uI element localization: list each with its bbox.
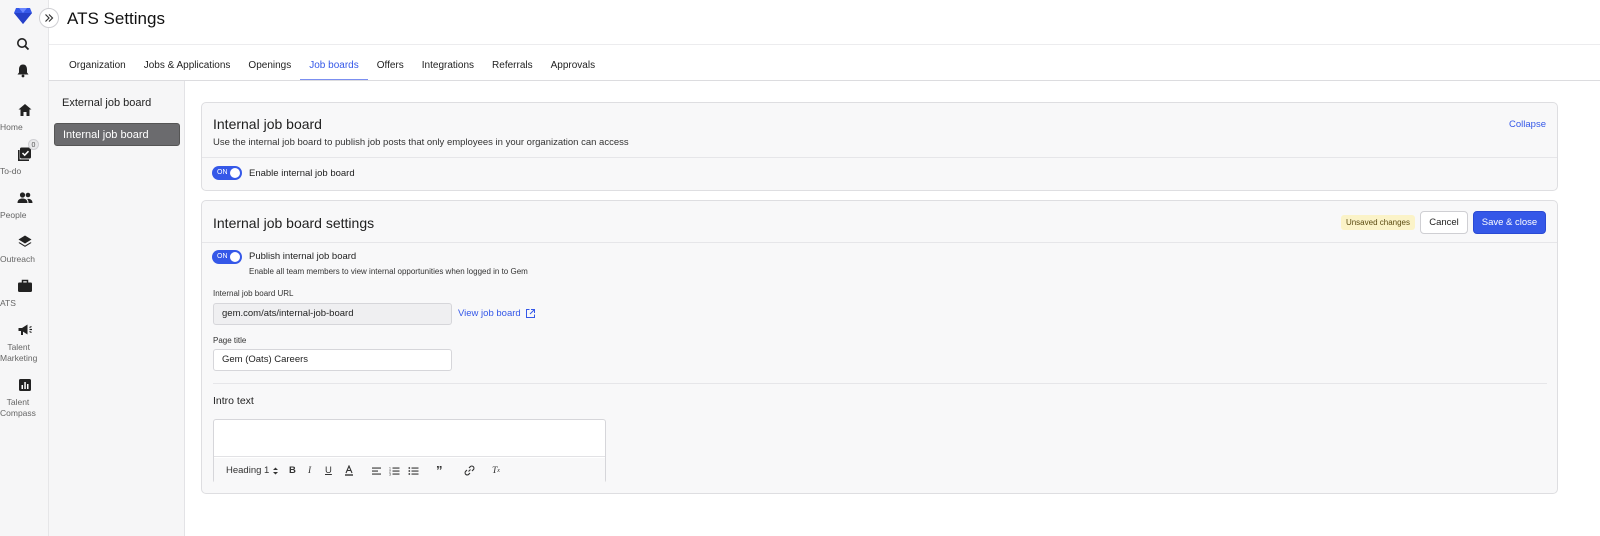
rail-label-talent-compass: Talent Compass bbox=[0, 397, 36, 419]
intro-text-label: Intro text bbox=[213, 395, 254, 407]
editor-toolbar: Heading 1 B I U 123 ” Tx bbox=[214, 458, 605, 483]
internal-job-board-card: Internal job board Use the internal job … bbox=[201, 102, 1558, 191]
expand-sidebar-button[interactable] bbox=[39, 8, 59, 28]
underline-icon[interactable]: U bbox=[325, 464, 332, 477]
intro-text-area[interactable] bbox=[214, 420, 605, 457]
view-job-board-link[interactable]: View job board bbox=[458, 308, 536, 319]
rail-item-todo[interactable]: 0 To-do bbox=[0, 139, 49, 176]
gem-logo-icon[interactable] bbox=[13, 7, 33, 25]
rail-label-todo: To-do bbox=[0, 166, 22, 176]
settings-tabs: Organization Jobs & Applications Opening… bbox=[60, 55, 604, 81]
toggle-state-text: ON bbox=[217, 169, 228, 176]
publish-internal-job-board-toggle[interactable]: ON bbox=[212, 250, 242, 264]
section-divider bbox=[213, 383, 1547, 384]
tab-organization[interactable]: Organization bbox=[60, 55, 135, 80]
settings-header-divider bbox=[202, 242, 1557, 243]
tabs-divider bbox=[49, 80, 1600, 81]
briefcase-icon bbox=[17, 279, 32, 292]
clear-format-icon[interactable]: Tx bbox=[492, 464, 500, 477]
rail-item-outreach[interactable]: Outreach bbox=[0, 233, 49, 264]
svg-text:3: 3 bbox=[389, 472, 391, 476]
layers-icon bbox=[18, 235, 31, 247]
bold-icon[interactable]: B bbox=[289, 464, 296, 477]
card-title: Internal job board bbox=[213, 116, 322, 132]
quote-icon[interactable]: ” bbox=[436, 463, 443, 478]
page-title-field-label: Page title bbox=[213, 336, 247, 345]
card-description: Use the internal job board to publish jo… bbox=[213, 137, 629, 148]
rail-label-ats: ATS bbox=[0, 298, 16, 308]
tab-job-boards[interactable]: Job boards bbox=[300, 55, 369, 81]
rail-label-home: Home bbox=[0, 122, 23, 132]
todo-count-badge: 0 bbox=[28, 139, 39, 150]
app-rail: Home 0 To-do People Outreach ATS Talent M… bbox=[0, 0, 49, 536]
select-arrows-icon bbox=[273, 467, 279, 474]
rail-label-line1: Talent bbox=[7, 342, 30, 352]
job-board-url-field[interactable]: gem.com/ats/internal-job-board bbox=[213, 303, 452, 325]
enable-internal-job-board-label: Enable internal job board bbox=[249, 168, 355, 179]
search-icon[interactable] bbox=[14, 35, 32, 53]
rail-label-outreach: Outreach bbox=[0, 254, 35, 264]
view-job-board-label: View job board bbox=[458, 308, 521, 319]
italic-icon[interactable]: I bbox=[308, 464, 311, 477]
job-board-subnav: External job board Internal job board bbox=[49, 81, 185, 536]
text-color-icon[interactable] bbox=[344, 464, 354, 477]
card-divider bbox=[202, 157, 1557, 158]
toggle-state-text: ON bbox=[217, 253, 228, 260]
toggle-knob bbox=[230, 168, 240, 178]
page-title-input[interactable]: Gem (Oats) Careers bbox=[213, 349, 452, 371]
rail-label-line1: Talent bbox=[6, 397, 30, 407]
enable-internal-job-board-toggle[interactable]: ON bbox=[212, 166, 242, 180]
subnav-item-external-job-board[interactable]: External job board bbox=[54, 92, 180, 115]
tab-integrations[interactable]: Integrations bbox=[413, 55, 483, 80]
toggle-knob bbox=[230, 252, 240, 262]
external-link-icon bbox=[525, 309, 535, 318]
tab-approvals[interactable]: Approvals bbox=[542, 55, 604, 80]
align-icon[interactable] bbox=[371, 464, 382, 477]
unsaved-changes-badge: Unsaved changes bbox=[1340, 215, 1415, 230]
rail-item-talent-compass[interactable]: Talent Compass bbox=[0, 376, 49, 418]
url-field-label: Internal job board URL bbox=[213, 289, 294, 298]
rail-label-talent-marketing: Talent Marketing bbox=[0, 342, 37, 364]
rail-item-people[interactable]: People bbox=[0, 189, 49, 220]
bullet-list-icon[interactable] bbox=[408, 464, 419, 477]
header-divider bbox=[49, 44, 1600, 45]
rail-item-home[interactable]: Home bbox=[0, 101, 49, 132]
tab-offers[interactable]: Offers bbox=[368, 55, 413, 80]
publish-internal-job-board-label: Publish internal job board bbox=[249, 251, 357, 262]
tab-referrals[interactable]: Referrals bbox=[483, 55, 542, 80]
bell-icon[interactable] bbox=[14, 61, 32, 79]
rail-label-line2: Marketing bbox=[0, 353, 38, 363]
double-chevron-right-icon bbox=[45, 14, 54, 22]
people-icon bbox=[17, 192, 32, 203]
home-icon bbox=[18, 104, 31, 116]
publish-helper-text: Enable all team members to view internal… bbox=[249, 267, 528, 276]
intro-text-editor: Heading 1 B I U 123 ” Tx bbox=[213, 419, 606, 483]
rail-label-people: People bbox=[0, 210, 27, 220]
collapse-link[interactable]: Collapse bbox=[1509, 119, 1546, 130]
rail-label-line2: Compass bbox=[0, 408, 36, 418]
chart-icon bbox=[18, 379, 31, 391]
ordered-list-icon[interactable]: 123 bbox=[389, 464, 400, 477]
cancel-button[interactable]: Cancel bbox=[1420, 211, 1468, 234]
heading-select-value: Heading 1 bbox=[226, 465, 270, 476]
save-close-button[interactable]: Save & close bbox=[1473, 211, 1546, 234]
page-title: ATS Settings bbox=[67, 9, 165, 28]
rail-item-ats[interactable]: ATS bbox=[0, 277, 49, 308]
tab-jobs-applications[interactable]: Jobs & Applications bbox=[135, 55, 240, 80]
internal-job-board-settings-card: Internal job board settings Unsaved chan… bbox=[201, 200, 1558, 494]
settings-card-title: Internal job board settings bbox=[213, 215, 375, 231]
megaphone-icon bbox=[18, 324, 32, 335]
heading-select[interactable]: Heading 1 bbox=[226, 464, 279, 477]
link-icon[interactable] bbox=[464, 464, 475, 477]
subnav-item-internal-job-board[interactable]: Internal job board bbox=[54, 123, 180, 146]
tab-openings[interactable]: Openings bbox=[239, 55, 300, 80]
rail-item-talent-marketing[interactable]: Talent Marketing bbox=[0, 321, 49, 363]
